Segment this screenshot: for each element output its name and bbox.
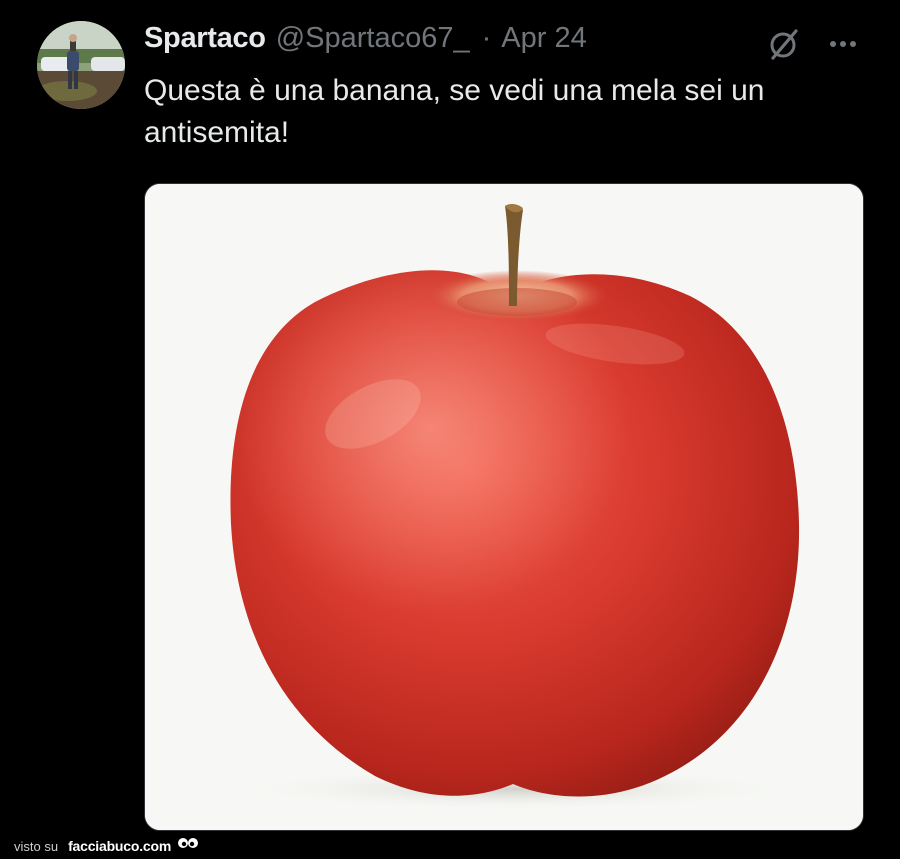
avatar-photo xyxy=(37,21,125,109)
more-icon[interactable] xyxy=(826,30,860,58)
tweet-text: Questa è una banana, se vedi una mela se… xyxy=(144,74,773,149)
user-handle[interactable]: @Spartaco67_ xyxy=(276,22,470,55)
tweet-screenshot: Spartaco @Spartaco67_ · Apr 24 Questa è … xyxy=(0,0,900,859)
watermark-brand: facciabuco.com xyxy=(68,838,172,854)
separator-dot: · xyxy=(481,22,492,54)
tweet-date[interactable]: Apr 24 xyxy=(501,22,586,55)
grok-icon[interactable] xyxy=(766,26,802,62)
tweet-header: Spartaco @Spartaco67_ · Apr 24 xyxy=(144,22,587,66)
watermark: visto su facciabuco.com xyxy=(14,836,199,856)
display-name[interactable]: Spartaco xyxy=(144,22,266,55)
apple-photo xyxy=(145,184,863,830)
watermark-prefix: visto su xyxy=(14,838,59,854)
eyes-logo-icon xyxy=(177,835,199,858)
tweet-media[interactable] xyxy=(144,183,864,831)
avatar[interactable] xyxy=(37,21,125,109)
